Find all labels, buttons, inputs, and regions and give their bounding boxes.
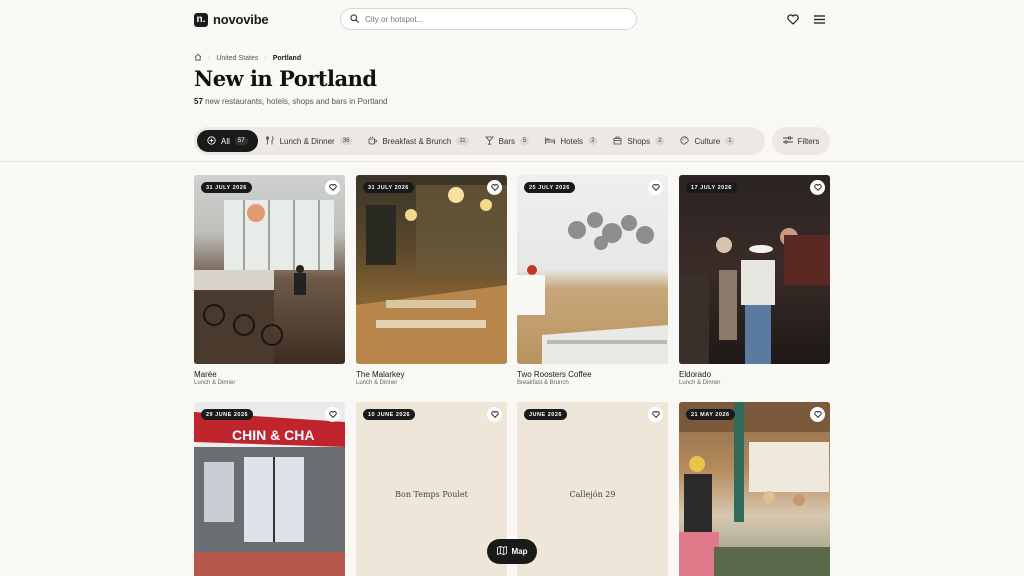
venue-card[interactable]: 17 July 2026 Eldorado Lunch & Dinner [679, 175, 830, 386]
filter-chip-breakfast-brunch[interactable]: Breakfast & Brunch 11 [360, 130, 476, 152]
page-subtitle: 57 new restaurants, hotels, shops and ba… [194, 97, 387, 106]
brand-logo[interactable]: n. novovibe [194, 12, 269, 27]
cocktail-icon [484, 136, 494, 147]
storefront-sign: CHIN & CHA [232, 427, 314, 443]
favorite-heart-icon[interactable] [325, 407, 340, 422]
date-badge: 31 July 2026 [363, 182, 414, 193]
venue-card[interactable]: 31 July 2026 The Malarkey Lunch & Dinner [356, 175, 507, 386]
favorite-heart-icon[interactable] [487, 407, 502, 422]
category-filter-bar: All 57 Lunch & Dinner 36 Breakfast & Bru… [194, 127, 765, 155]
favorite-heart-icon[interactable] [810, 180, 825, 195]
venue-category: Breakfast & Brunch [517, 380, 569, 386]
venue-photo[interactable]: 17 July 2026 [679, 175, 830, 364]
breadcrumb-separator: › [208, 54, 211, 62]
chip-count: 5 [520, 137, 530, 145]
venue-card[interactable]: CHIN & CHA 29 June 2026 [194, 402, 345, 576]
breadcrumb-separator: › [264, 54, 267, 62]
date-badge: 21 May 2026 [686, 409, 735, 420]
map-label: Map [511, 547, 528, 556]
placeholder-venue-name: Bon Temps Poulet [395, 490, 468, 499]
chip-count: 1 [725, 137, 735, 145]
filters-label: Filters [797, 136, 820, 146]
venue-category: Lunch & Dinner [194, 380, 236, 386]
filter-chip-hotels[interactable]: Hotels 2 [537, 130, 605, 152]
chip-label: All [221, 136, 230, 146]
filter-chip-all[interactable]: All 57 [197, 130, 258, 152]
chip-count: 2 [655, 137, 665, 145]
breadcrumb-item-city: Portland [272, 54, 302, 62]
heart-icon[interactable] [787, 13, 799, 25]
date-badge: 10 June 2026 [363, 409, 416, 420]
venue-card[interactable]: 31 July 2026 Marée Lunch & Dinner [194, 175, 345, 386]
filter-chip-bars[interactable]: Bars 5 [477, 130, 538, 152]
bed-icon [545, 136, 556, 147]
map-icon [496, 546, 507, 557]
chip-count: 57 [234, 137, 248, 145]
sliders-icon [782, 136, 793, 146]
venue-name[interactable]: Two Roosters Coffee [517, 370, 668, 379]
venue-photo[interactable]: 25 July 2026 [517, 175, 668, 364]
chip-count: 11 [456, 137, 469, 145]
palette-icon [680, 135, 690, 147]
venue-name[interactable]: Marée [194, 370, 345, 379]
map-button[interactable]: Map [487, 539, 537, 564]
date-badge: 29 June 2026 [201, 409, 254, 420]
venue-card[interactable]: 25 July 2026 Two Roosters Coffee Breakfa… [517, 175, 668, 386]
date-badge: 31 July 2026 [201, 182, 252, 193]
venue-photo[interactable]: CHIN & CHA 29 June 2026 [194, 402, 345, 576]
date-badge: June 2026 [524, 409, 567, 420]
venue-name[interactable]: The Malarkey [356, 370, 507, 379]
favorite-heart-icon[interactable] [325, 180, 340, 195]
venue-name[interactable]: Eldorado [679, 370, 830, 379]
menu-icon[interactable] [813, 13, 825, 25]
venue-photo-placeholder[interactable]: Bon Temps Poulet 10 June 2026 [356, 402, 507, 576]
favorite-heart-icon[interactable] [648, 180, 663, 195]
results-count: 57 [194, 97, 203, 106]
search-icon [350, 10, 359, 28]
utensils-icon [265, 135, 275, 147]
breadcrumb-item-country[interactable]: United States [216, 55, 258, 62]
date-badge: 17 July 2026 [686, 182, 737, 193]
top-header: n. novovibe [0, 0, 1024, 40]
plus-circle-icon [207, 135, 216, 147]
search-input[interactable] [365, 14, 615, 24]
home-icon[interactable] [194, 53, 202, 63]
chip-label: Bars [498, 136, 516, 146]
divider [0, 161, 1024, 162]
breadcrumb: › United States › Portland [194, 53, 301, 63]
venue-card[interactable]: Callejón 29 June 2026 [517, 402, 668, 576]
venue-photo[interactable]: 31 July 2026 [194, 175, 345, 364]
chip-label: Culture [694, 136, 721, 146]
chip-label: Lunch & Dinner [279, 136, 335, 146]
search-bar[interactable] [340, 8, 637, 30]
chip-label: Hotels [560, 136, 584, 146]
venue-card[interactable]: Bon Temps Poulet 10 June 2026 [356, 402, 507, 576]
venue-category: Lunch & Dinner [679, 380, 721, 386]
favorite-heart-icon[interactable] [810, 407, 825, 422]
date-badge: 25 July 2026 [524, 182, 575, 193]
favorite-heart-icon[interactable] [487, 180, 502, 195]
placeholder-venue-name: Callejón 29 [569, 490, 616, 499]
filter-chip-culture[interactable]: Culture 1 [672, 130, 742, 152]
venue-photo[interactable]: 21 May 2026 [679, 402, 830, 576]
subtitle-text: new restaurants, hotels, shops and bars … [205, 97, 388, 106]
chip-count: 2 [588, 137, 598, 145]
page-title: New in Portland [194, 66, 377, 91]
logo-text: novovibe [213, 12, 269, 27]
favorite-heart-icon[interactable] [648, 407, 663, 422]
venue-photo-placeholder[interactable]: Callejón 29 June 2026 [517, 402, 668, 576]
shop-bag-icon [613, 136, 622, 147]
chip-label: Breakfast & Brunch [382, 136, 452, 146]
filter-chip-shops[interactable]: Shops 2 [605, 130, 672, 152]
filters-button[interactable]: Filters [772, 127, 830, 155]
chip-count: 36 [339, 137, 353, 145]
chip-label: Shops [627, 136, 651, 146]
logo-mark: n. [194, 12, 208, 27]
coffee-cup-icon [368, 136, 378, 147]
venue-photo[interactable]: 31 July 2026 [356, 175, 507, 364]
venue-category: Lunch & Dinner [356, 380, 398, 386]
venue-card[interactable]: 21 May 2026 [679, 402, 830, 576]
filter-chip-lunch-dinner[interactable]: Lunch & Dinner 36 [258, 130, 361, 152]
